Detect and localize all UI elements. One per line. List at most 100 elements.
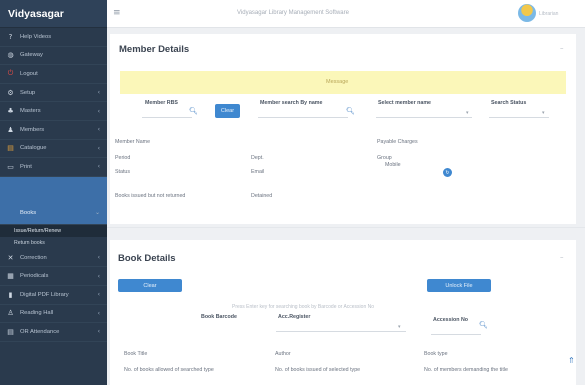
accession-no-input[interactable] xyxy=(431,324,481,335)
collapse-icon[interactable]: – xyxy=(560,44,564,52)
attendance-icon: ▤ xyxy=(7,327,14,336)
chevron-left-icon: ‹ xyxy=(97,126,100,134)
sidebar-item-label: Gateway xyxy=(20,52,43,59)
books-not-returned-label: Books issued but not returned xyxy=(115,193,186,199)
book-clear-button[interactable]: Clear xyxy=(118,279,182,292)
chevron-left-icon: ‹ xyxy=(97,272,100,280)
sitemap-icon: ♣ xyxy=(7,107,14,116)
sidebar-subitem-return-books[interactable]: Return books xyxy=(0,237,107,249)
chevron-left-icon: ‹ xyxy=(97,291,100,299)
sidebar-item-masters[interactable]: ♣ Masters ‹ xyxy=(0,102,107,121)
gear-icon: ⚙ xyxy=(7,88,14,97)
chevron-left-icon: ‹ xyxy=(97,163,100,171)
barcode-hint-text: Press Enter key for searching book by Ba… xyxy=(232,304,375,310)
member-details-title: Member Details xyxy=(119,44,190,55)
email-label: Email xyxy=(251,169,265,175)
sidebar-item-label: Correction xyxy=(20,254,47,261)
sidebar-item-label: Setup xyxy=(20,89,36,96)
sidebar-subitem-issue-return[interactable]: Issue/Return/Renew xyxy=(0,224,107,237)
unlock-file-button[interactable]: Unlock File xyxy=(427,279,491,292)
avatar[interactable] xyxy=(518,4,536,22)
sidebar-item-periodicals[interactable]: ▦ Periodicals ‹ xyxy=(0,267,107,286)
sidebar-item-label: OR Attendance xyxy=(20,328,60,335)
chevron-left-icon: ‹ xyxy=(97,144,100,152)
sidebar-item-label: Masters xyxy=(20,108,41,115)
accession-no-label: Accession No xyxy=(433,317,469,323)
book-details-card xyxy=(110,240,576,385)
sidebar-item-print[interactable]: ▭ Print ‹ xyxy=(0,158,107,177)
user-name[interactable]: Librarian xyxy=(539,11,558,17)
catalogue-icon: ▤ xyxy=(7,144,14,153)
books-allowed-label: No. of books allowed of searched type xyxy=(124,367,214,373)
chevron-down-icon: ▾ xyxy=(542,110,545,116)
refresh-icon[interactable]: ↻ xyxy=(443,168,452,177)
sidebar-item-label: Books xyxy=(20,209,37,216)
member-search-by-name-label: Member search By name xyxy=(260,100,323,106)
author-label: Author xyxy=(275,351,291,357)
sidebar-item-label: Catalogue xyxy=(20,145,47,152)
acc-register-dropdown[interactable] xyxy=(276,321,406,332)
sidebar-item-help-videos[interactable]: ? Help Videos xyxy=(0,28,107,47)
user-icon: ♟ xyxy=(7,125,14,134)
member-name-label: Member Name xyxy=(115,139,151,145)
reading-icon: ♙ xyxy=(7,309,14,318)
sidebar-item-members[interactable]: ♟ Members ‹ xyxy=(0,121,107,140)
select-member-name-dropdown[interactable] xyxy=(376,107,472,118)
collapse-icon[interactable]: – xyxy=(560,253,564,261)
sidebar: Vidyasagar ? Help Videos ◍ Gateway ⏻ Log… xyxy=(0,0,107,385)
sidebar-item-label: Logout xyxy=(20,70,38,77)
chevron-left-icon: ‹ xyxy=(97,309,100,317)
member-clear-button[interactable]: Clear xyxy=(215,104,240,118)
sidebar-item-label: Reading Hall xyxy=(20,310,54,317)
menu-toggle-icon[interactable]: ≡ xyxy=(113,8,121,18)
member-rbs-label: Member RBS xyxy=(145,100,178,106)
book-type-label: Book type xyxy=(424,351,448,357)
scroll-to-top-icon[interactable]: ⇑ xyxy=(568,356,575,365)
detained-label: Detained xyxy=(251,193,273,199)
message-bar: Message xyxy=(120,71,566,94)
search-icon[interactable]: 🔍︎ xyxy=(346,107,355,115)
status-label: Status xyxy=(115,169,131,175)
chevron-down-icon: ▾ xyxy=(466,110,469,116)
sidebar-item-setup[interactable]: ⚙ Setup ‹ xyxy=(0,84,107,103)
member-search-by-name-input[interactable] xyxy=(258,107,348,118)
search-icon[interactable]: 🔍︎ xyxy=(479,321,488,329)
search-icon[interactable]: 🔍︎ xyxy=(189,107,198,115)
sidebar-item-label: Digital PDF Library xyxy=(20,291,69,298)
mobile-label: Mobile xyxy=(385,162,401,168)
period-label: Period xyxy=(115,155,131,161)
sidebar-item-label: Print xyxy=(20,163,32,170)
sidebar-item-catalogue[interactable]: ▤ Catalogue ‹ xyxy=(0,140,107,159)
books-issued-label: No. of books issued of selected type xyxy=(275,367,361,373)
brand-logo[interactable]: Vidyasagar xyxy=(0,0,107,28)
payable-charges-label: Payable Charges xyxy=(377,139,418,145)
book-barcode-label: Book Barcode xyxy=(201,314,237,320)
chevron-left-icon: ‹ xyxy=(97,89,100,97)
member-rbs-input[interactable] xyxy=(142,107,192,118)
sidebar-item-books[interactable]: Books ⌄ xyxy=(0,176,107,225)
message-text: Message xyxy=(326,79,349,85)
sidebar-item-attendance[interactable]: ▤ OR Attendance ‹ xyxy=(0,323,107,342)
search-status-dropdown[interactable] xyxy=(489,107,549,118)
top-bar: ≡ Vidyasagar Library Management Software… xyxy=(107,0,585,28)
chevron-left-icon: ‹ xyxy=(97,107,100,115)
globe-icon: ◍ xyxy=(7,51,14,60)
group-label: Group xyxy=(377,155,392,161)
sidebar-item-correction[interactable]: ✕ Correction ‹ xyxy=(0,249,107,268)
book-title-label: Book Title xyxy=(124,351,148,357)
pdf-icon: ▮ xyxy=(8,290,13,299)
id-card-icon: ▭ xyxy=(7,162,14,171)
newspaper-icon: ▦ xyxy=(7,272,14,281)
sidebar-item-reading-hall[interactable]: ♙ Reading Hall ‹ xyxy=(0,305,107,324)
sidebar-item-digital-pdf-library[interactable]: ▮ Digital PDF Library ‹ xyxy=(0,286,107,305)
section-divider xyxy=(107,227,585,228)
chevron-left-icon: ‹ xyxy=(97,328,100,336)
chevron-down-icon: ▾ xyxy=(398,324,401,330)
chevron-left-icon: ‹ xyxy=(97,254,100,262)
sidebar-item-label: Members xyxy=(20,126,45,133)
search-status-label: Search Status xyxy=(491,100,527,106)
chevron-down-icon: ⌄ xyxy=(94,208,100,216)
sidebar-item-label: Periodicals xyxy=(20,273,49,280)
sidebar-item-logout[interactable]: ⏻ Logout xyxy=(0,65,107,84)
sidebar-item-gateway[interactable]: ◍ Gateway xyxy=(0,47,107,66)
